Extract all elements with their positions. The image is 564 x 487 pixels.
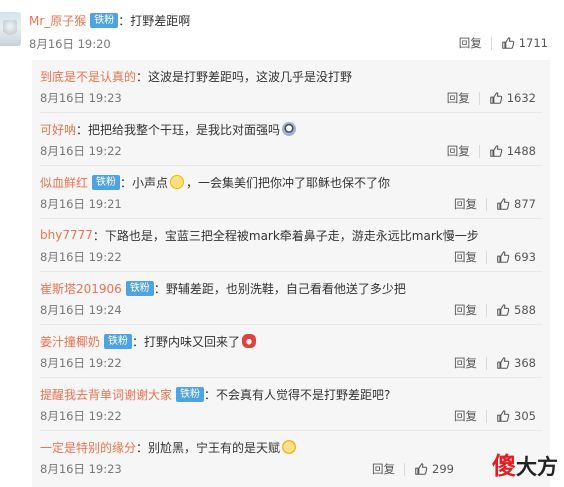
like-button[interactable]: 1488 — [489, 144, 536, 158]
reply-timestamp: 8月16日 19:22 — [40, 356, 122, 370]
reply-timestamp: 8月16日 19:21 — [40, 197, 122, 211]
thumbs-up-icon — [497, 410, 510, 422]
weibo-comment-thread: Mr_原子猴 铁粉 ：打野差距啊 8月16日 19:20 回复 1711 到底是… — [0, 0, 564, 487]
reply-button[interactable]: 回复 — [447, 143, 470, 159]
username-link[interactable]: 可好呐 — [40, 121, 76, 138]
fan-badge: 铁粉 — [125, 280, 154, 296]
fan-badge: 铁粉 — [90, 12, 119, 28]
reply-text: ：不会真有人觉得不是打野差距吧? — [204, 387, 391, 402]
reply-button[interactable]: 回复 — [459, 35, 482, 51]
reply-button[interactable]: 回复 — [454, 355, 477, 371]
action-divider — [486, 250, 488, 264]
username-link[interactable]: Mr_原子猴 — [29, 12, 86, 29]
watermark: 傻 大方 — [492, 446, 558, 481]
comment-actions: 回复 1711 — [459, 35, 548, 51]
action-divider — [478, 91, 480, 105]
like-button[interactable]: 877 — [496, 197, 536, 211]
like-button[interactable]: 1632 — [489, 91, 536, 105]
watermark-part-1: 傻 — [492, 452, 516, 480]
reply-item: 似血鲜红 铁粉 ：小声点 ，一会集美们把你冲了耶稣也保不了你 8月16日 19:… — [32, 166, 550, 219]
reply-text: ：下路也是，宝蓝三把全程被mark牵着鼻子走，游走永远比mark慢一步 — [92, 228, 479, 243]
action-divider — [490, 36, 492, 50]
reply-button[interactable]: 回复 — [372, 461, 395, 477]
thumbs-up-icon — [489, 145, 502, 157]
like-count: 588 — [514, 303, 536, 317]
reply-item: 可好呐 ：把把给我整个干珏，是我比对面强吗 8月16日 19:22 回复 148… — [32, 113, 550, 166]
reply-item: 提醒我去背单词谢谢大家 铁粉 ：不会真有人觉得不是打野差距吧? 8月16日 19… — [32, 378, 550, 431]
thumbs-up-icon — [497, 304, 510, 316]
action-divider — [486, 303, 488, 317]
fan-badge: 铁粉 — [104, 333, 133, 349]
username-link[interactable]: 崔斯塔201906 — [40, 280, 122, 297]
like-count: 305 — [514, 409, 536, 423]
reply-text: ：打野内味又回来了 — [132, 334, 241, 349]
like-count: 1632 — [506, 91, 536, 105]
reply-timestamp: 8月16日 19:24 — [40, 303, 122, 317]
username-link[interactable]: 到底是不是认真的 — [40, 68, 136, 85]
reply-button[interactable]: 回复 — [454, 249, 477, 265]
like-count: 1488 — [506, 144, 536, 158]
thumbs-up-icon — [497, 251, 510, 263]
like-count: 368 — [514, 356, 536, 370]
reply-text: ：小声点 — [120, 175, 169, 190]
comment-timestamp: 8月16日 19:20 — [29, 37, 111, 51]
like-button[interactable]: 1711 — [501, 36, 548, 50]
reply-button[interactable]: 回复 — [454, 302, 477, 318]
action-divider — [478, 144, 480, 158]
like-count: 877 — [514, 197, 536, 211]
avatar[interactable] — [0, 12, 21, 46]
fan-badge: 铁粉 — [176, 386, 205, 402]
reply-timestamp: 8月16日 19:23 — [40, 91, 122, 105]
reply-timestamp: 8月16日 19:22 — [40, 250, 122, 264]
reply-item: bhy7777 ：下路也是，宝蓝三把全程被mark牵着鼻子走，游走永远比mark… — [32, 219, 550, 272]
main-comment-line: Mr_原子猴 铁粉 ：打野差距啊 — [29, 11, 190, 29]
fan-badge: 铁粉 — [92, 174, 121, 190]
main-comment: Mr_原子猴 铁粉 ：打野差距啊 8月16日 19:20 回复 1711 — [0, 0, 564, 60]
replies-panel: 到底是不是认真的 ：这波是打野差距吗，这波几乎是没打野 8月16日 19:23 … — [32, 60, 550, 487]
like-button[interactable]: 588 — [496, 303, 536, 317]
reply-timestamp: 8月16日 19:22 — [40, 144, 122, 158]
shy-emoji-icon — [170, 175, 185, 189]
thumbs-up-icon — [497, 357, 510, 369]
reply-text-continued: ，一会集美们把你冲了耶稣也保不了你 — [186, 175, 391, 190]
username-link[interactable]: 提醒我去背单词谢谢大家 — [40, 386, 172, 403]
reply-button[interactable]: 回复 — [454, 408, 477, 424]
action-divider — [404, 462, 406, 476]
like-count: 693 — [514, 250, 536, 264]
reply-text: ：野辅差距，也别洗鞋，自己看看他送了多少把 — [153, 281, 406, 296]
username-link[interactable]: bhy7777 — [40, 228, 93, 242]
reply-timestamp: 8月16日 19:23 — [40, 462, 122, 476]
reply-item: 一定是特别的缘分 ：别尬黑，宁王有的是天赋 8月16日 19:23 回复 299 — [32, 431, 550, 484]
reply-button[interactable]: 回复 — [454, 196, 477, 212]
like-button[interactable]: 299 — [414, 462, 454, 476]
like-button[interactable]: 693 — [496, 250, 536, 264]
like-count: 299 — [432, 462, 454, 476]
reply-button[interactable]: 回复 — [447, 90, 470, 106]
reply-timestamp: 8月16日 19:22 — [40, 409, 122, 423]
reply-item: 到底是不是认真的 ：这波是打野差距吗，这波几乎是没打野 8月16日 19:23 … — [32, 60, 550, 113]
action-divider — [486, 409, 488, 423]
scared-emoji-icon — [282, 122, 297, 136]
like-count: 1711 — [518, 36, 548, 50]
action-divider — [486, 356, 488, 370]
reply-text: ：别尬黑，宁王有的是天赋 — [136, 440, 281, 455]
angry-emoji-icon — [242, 334, 257, 348]
username-link[interactable]: 一定是特别的缘分 — [40, 439, 136, 456]
reply-item: 崔斯塔201906 铁粉 ：野辅差距，也别洗鞋，自己看看他送了多少把 8月16日… — [32, 272, 550, 325]
action-divider — [486, 197, 488, 211]
thumbs-up-icon — [501, 37, 514, 49]
reply-text: ：这波是打野差距吗，这波几乎是没打野 — [136, 69, 353, 84]
thumbs-up-icon — [497, 198, 510, 210]
like-button[interactable]: 305 — [496, 409, 536, 423]
comment-text: ：打野差距啊 — [118, 13, 191, 28]
username-link[interactable]: 姜汁撞椰奶 — [40, 333, 100, 350]
thumbs-up-icon — [489, 92, 502, 104]
username-link[interactable]: 似血鲜红 — [40, 174, 88, 191]
watermark-part-2: 大方 — [516, 455, 558, 479]
like-button[interactable]: 368 — [496, 356, 536, 370]
reply-item: 姜汁撞椰奶 铁粉 ：打野内味又回来了 8月16日 19:22 回复 368 — [32, 325, 550, 378]
reply-text: ：把把给我整个干珏，是我比对面强吗 — [76, 122, 281, 137]
thinking-emoji-icon — [282, 440, 297, 454]
thumbs-up-icon — [415, 463, 428, 475]
